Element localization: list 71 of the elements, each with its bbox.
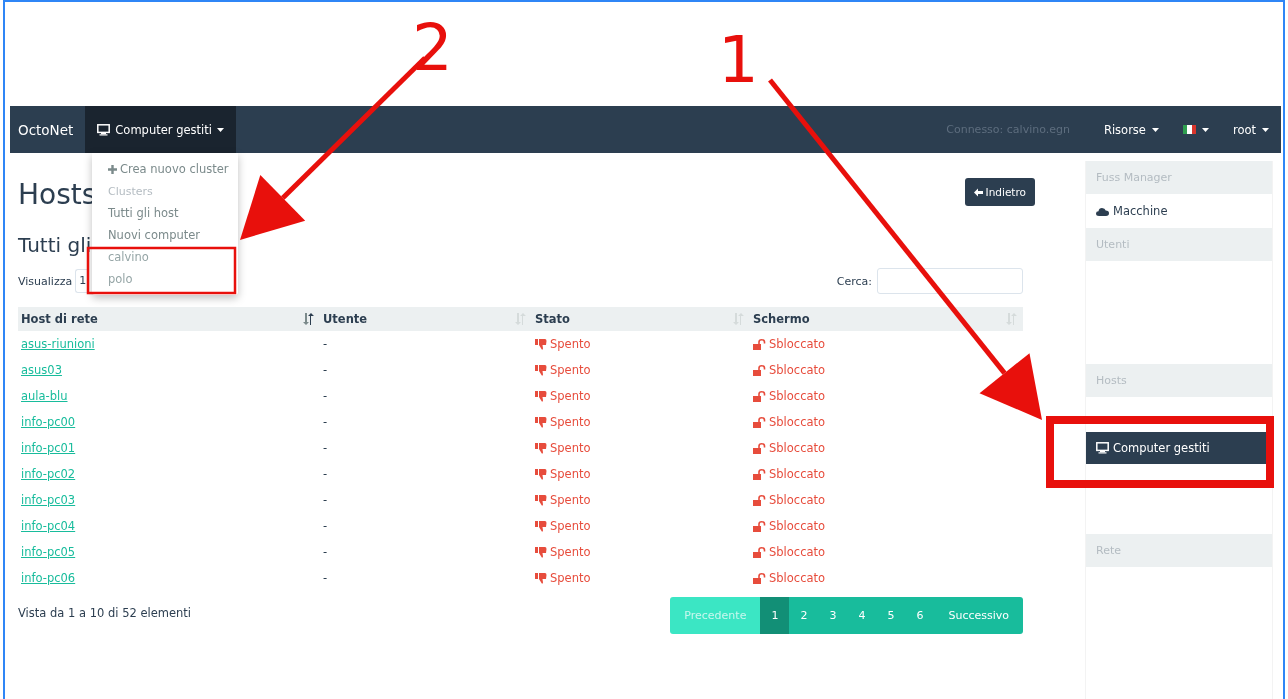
page-button[interactable]: 2 <box>789 597 819 634</box>
host-link[interactable]: asus03 <box>21 363 62 377</box>
column-header[interactable]: Schermo <box>753 312 810 326</box>
state-label: Spento <box>550 337 591 351</box>
menu-item[interactable]: polo <box>92 268 238 290</box>
page-size-select[interactable]: 1 <box>75 269 89 293</box>
screen-label: Sbloccato <box>769 493 826 507</box>
section-title: Tutti gli <box>18 233 92 257</box>
page-button[interactable]: 5 <box>876 597 906 634</box>
nav-menu[interactable]: root <box>1220 106 1281 153</box>
table-cell: - <box>323 363 328 377</box>
page-button[interactable]: 1 <box>760 597 790 634</box>
host-link[interactable]: asus-riunioni <box>21 337 95 351</box>
screen-label: Sbloccato <box>769 337 826 351</box>
sidebar-heading: Fuss Manager <box>1086 161 1272 194</box>
sidebar-heading: Rete <box>1086 534 1272 567</box>
state-label: Spento <box>550 519 591 533</box>
state-label: Spento <box>550 467 591 481</box>
table-cell: - <box>323 545 328 559</box>
page-button[interactable]: 3 <box>818 597 848 634</box>
table-cell: - <box>323 441 328 455</box>
column-header[interactable]: Utente <box>323 312 368 326</box>
host-link[interactable]: info-pc06 <box>21 571 76 585</box>
host-link[interactable]: aula-blu <box>21 389 68 403</box>
state-label: Spento <box>550 389 591 403</box>
sidebar-heading: Utenti <box>1086 228 1272 261</box>
column-header[interactable]: Stato <box>535 312 570 326</box>
screen-label: Sbloccato <box>769 389 826 403</box>
host-link[interactable]: info-pc05 <box>21 545 76 559</box>
screen-label: Sbloccato <box>769 545 826 559</box>
table-cell: - <box>323 519 328 533</box>
table-cell: - <box>323 467 328 481</box>
screen-label: Sbloccato <box>769 571 826 585</box>
state-label: Spento <box>550 363 591 377</box>
menu-item[interactable]: calvino <box>92 246 238 268</box>
column-header[interactable]: Host di rete <box>21 312 98 326</box>
screen-label: Sbloccato <box>769 467 826 481</box>
brand[interactable]: OctoNet <box>10 121 86 138</box>
page-button[interactable]: 6 <box>905 597 935 634</box>
host-link[interactable]: info-pc03 <box>21 493 76 507</box>
table-cell: - <box>323 415 328 429</box>
annotation-number: 1 <box>718 23 759 97</box>
show-label: Visualizza <box>18 274 73 288</box>
table-cell: - <box>323 389 328 403</box>
menu-item[interactable]: Crea nuovo cluster <box>92 158 238 180</box>
nav-menu[interactable]: Risorse <box>1091 106 1171 153</box>
menu-header: Clusters <box>107 183 154 200</box>
nav-menu[interactable]: Computer gestiti <box>85 106 236 153</box>
state-label: Spento <box>550 493 591 507</box>
state-label: Spento <box>550 545 591 559</box>
table-info: Vista da 1 a 10 di 52 elementi <box>18 606 192 620</box>
next-button[interactable]: Successivo <box>934 597 1023 634</box>
menu-item[interactable]: Nuovi computer <box>92 224 238 246</box>
table-cell: - <box>323 493 328 507</box>
screen-label: Sbloccato <box>769 441 826 455</box>
host-link[interactable]: info-pc02 <box>21 467 76 481</box>
host-link[interactable]: info-pc01 <box>21 441 76 455</box>
state-label: Spento <box>550 441 591 455</box>
table-cell: - <box>323 337 328 351</box>
sidebar-heading: Hosts <box>1086 364 1272 397</box>
host-link[interactable]: info-pc04 <box>21 519 76 533</box>
state-label: Spento <box>550 571 591 585</box>
table-cell: - <box>323 571 328 585</box>
search-label: Cerca: <box>836 274 872 288</box>
state-label: Spento <box>550 415 591 429</box>
host-link[interactable]: info-pc00 <box>21 415 76 429</box>
back-button[interactable]: Indietro <box>964 178 1035 206</box>
screen-label: Sbloccato <box>769 415 826 429</box>
screen-label: Sbloccato <box>769 363 826 377</box>
page-button[interactable]: 4 <box>847 597 877 634</box>
screen-label: Sbloccato <box>769 519 826 533</box>
